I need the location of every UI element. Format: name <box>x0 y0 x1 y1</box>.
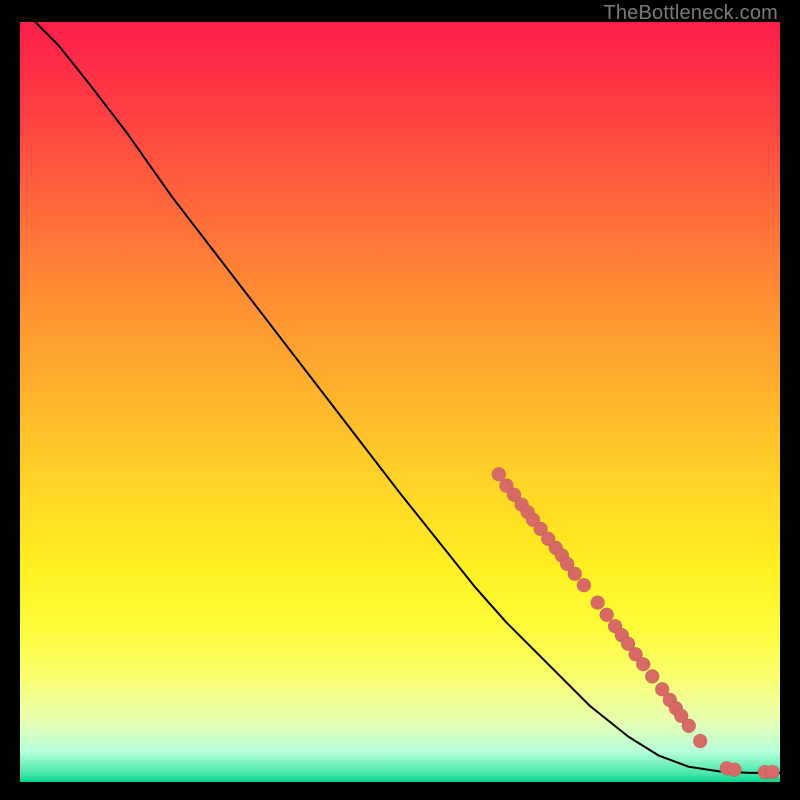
chart-overlay <box>20 22 780 782</box>
scatter-dot <box>600 608 614 622</box>
scatter-dot <box>645 669 659 683</box>
scatter-dot <box>727 763 741 777</box>
chart-stage: TheBottleneck.com <box>0 0 800 800</box>
bottleneck-curve <box>35 22 780 773</box>
scatter-dot <box>577 578 591 592</box>
scatter-dot <box>693 734 707 748</box>
scatter-dot <box>591 596 605 610</box>
scatter-dot <box>568 567 582 581</box>
scatter-dot <box>636 657 650 671</box>
scatter-dot <box>682 719 696 733</box>
scatter-dots <box>492 467 780 779</box>
plot-area <box>20 22 780 782</box>
scatter-dot <box>765 765 779 779</box>
